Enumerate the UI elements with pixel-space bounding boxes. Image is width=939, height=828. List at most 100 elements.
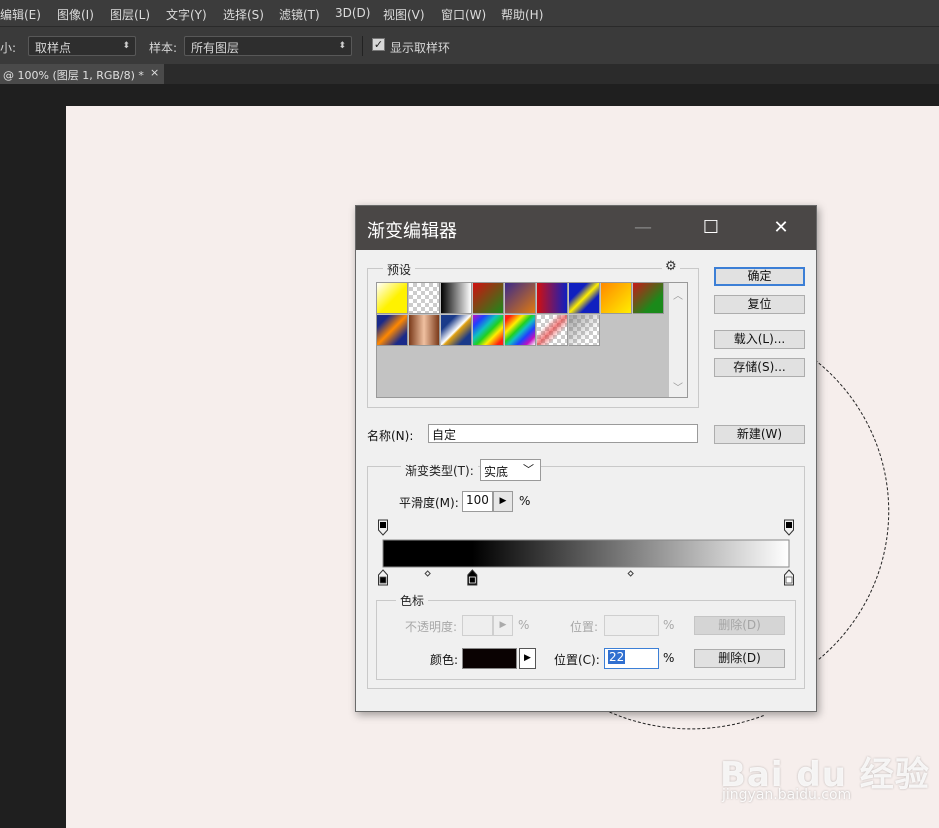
new-button[interactable]: 新建(W) — [714, 425, 805, 444]
opacity-unit: % — [518, 618, 530, 632]
menu-type[interactable]: 文字(Y) — [166, 6, 207, 23]
preset-swatch[interactable] — [409, 315, 440, 346]
gear-icon[interactable]: ⚙ — [662, 259, 680, 274]
color-stops — [378, 569, 794, 586]
gradient-type-select[interactable]: 实底 ﹀ — [480, 459, 541, 481]
opacity-input[interactable] — [462, 615, 493, 636]
color-location-value: 22 — [608, 650, 626, 664]
preset-swatch[interactable] — [473, 315, 504, 346]
scroll-up-icon[interactable]: ︿ — [673, 287, 683, 302]
checkmark-icon: ✓ — [373, 38, 384, 51]
document-tab-title: @ 100% (图层 1, RGB/8) * — [3, 69, 144, 82]
color-label: 颜色: — [430, 653, 459, 667]
options-bar: 大小: 取样点 ⬍ 样本: 所有图层 ⬍ ✓ 显示取样环 — [0, 26, 939, 65]
opacity-stop-icon[interactable] — [784, 519, 794, 536]
menu-view[interactable]: 视图(V) — [383, 6, 425, 23]
preset-swatch[interactable] — [441, 283, 472, 314]
preset-swatch[interactable] — [409, 283, 440, 314]
color-swatch[interactable] — [462, 648, 517, 669]
updown-arrow-icon: ⬍ — [338, 41, 346, 51]
gradient-bar-area — [378, 519, 794, 586]
color-stop-icon[interactable] — [784, 569, 794, 586]
menu-edit[interactable]: 编辑(E) — [0, 6, 41, 23]
preset-swatch[interactable] — [377, 283, 408, 314]
color-arrow-icon[interactable]: ▶ — [519, 648, 536, 669]
smoothness-arrow-icon[interactable]: ▶ — [493, 491, 513, 512]
chevron-down-icon: ﹀ — [523, 463, 534, 476]
color-location-label: 位置(C): — [554, 653, 600, 667]
preset-swatch[interactable] — [377, 315, 408, 346]
preset-swatch[interactable] — [569, 315, 600, 346]
ok-button[interactable]: 确定 — [714, 267, 805, 286]
stops-group-label: 色标 — [396, 592, 429, 609]
smoothness-label: 平滑度(M): — [399, 496, 459, 510]
opacity-stops — [378, 519, 794, 536]
watermark-url: jingyan.baidu.com — [722, 787, 852, 803]
menu-select[interactable]: 选择(S) — [223, 6, 264, 23]
presets-scrollbar[interactable]: ︿ ﹀ — [669, 283, 687, 397]
menu-help[interactable]: 帮助(H) — [501, 6, 543, 23]
close-tab-icon[interactable]: × — [150, 66, 159, 79]
midpoint-diamond-icon[interactable] — [627, 570, 634, 577]
show-ring-checkbox[interactable]: ✓ — [372, 38, 385, 51]
sample-select[interactable]: 所有图层 ⬍ — [184, 36, 352, 56]
dialog-title: 渐变编辑器 — [367, 221, 457, 242]
opacity-location-unit: % — [663, 618, 675, 632]
preset-swatch[interactable] — [537, 315, 568, 346]
gradient-type-value: 实底 — [484, 465, 509, 479]
menu-layer[interactable]: 图层(L) — [110, 6, 150, 23]
color-delete-button[interactable]: 删除(D) — [694, 649, 785, 668]
menu-3d[interactable]: 3D(D) — [335, 6, 370, 20]
gradient-type-label: 渐变类型(T): — [401, 462, 478, 479]
minimize-icon[interactable]: — — [630, 216, 656, 242]
opacity-location-label: 位置: — [570, 620, 599, 634]
preset-swatch[interactable] — [505, 283, 536, 314]
color-location-input[interactable]: 22 — [604, 648, 659, 669]
updown-arrow-icon: ⬍ — [122, 41, 130, 51]
gradient-preview-bar[interactable] — [382, 539, 790, 568]
preset-swatch[interactable] — [505, 315, 536, 346]
preset-swatch[interactable] — [633, 283, 664, 314]
menu-filter[interactable]: 滤镜(T) — [279, 6, 320, 23]
preset-swatch[interactable] — [601, 283, 632, 314]
color-stop-icon[interactable] — [378, 569, 388, 586]
presets-grid: ︿ ﹀ — [376, 282, 688, 398]
gradient-editor-dialog: 渐变编辑器 — ☐ ✕ 预设 ⚙ ︿ ﹀ 确定 复位 载入(L)... 存储(S… — [355, 205, 817, 712]
menu-bar: 编辑(E) 图像(I) 图层(L) 文字(Y) 选择(S) 滤镜(T) 3D(D… — [0, 0, 939, 26]
color-location-unit: % — [663, 651, 675, 665]
opacity-stop-icon[interactable] — [378, 519, 388, 536]
menu-image[interactable]: 图像(I) — [57, 6, 94, 23]
close-icon[interactable]: ✕ — [768, 216, 794, 242]
menu-window[interactable]: 窗口(W) — [441, 6, 486, 23]
opacity-delete-button[interactable]: 删除(D) — [694, 616, 785, 635]
preset-swatch[interactable] — [569, 283, 600, 314]
document-tab[interactable]: @ 100% (图层 1, RGB/8) * × — [0, 64, 164, 84]
opacity-label: 不透明度: — [405, 620, 458, 634]
sample-size-value: 取样点 — [35, 41, 72, 55]
smoothness-input[interactable]: 100 — [462, 491, 493, 512]
sample-size-label: 大小: — [0, 41, 17, 55]
save-button[interactable]: 存储(S)... — [714, 358, 805, 377]
smoothness-unit: % — [519, 494, 531, 508]
preset-swatch[interactable] — [473, 283, 504, 314]
midpoints — [424, 570, 634, 577]
opacity-arrow-icon[interactable]: ▶ — [493, 615, 513, 636]
preset-swatch[interactable] — [537, 283, 568, 314]
sample-label: 样本: — [149, 41, 178, 55]
midpoint-diamond-icon[interactable] — [424, 570, 431, 577]
preset-swatch[interactable] — [441, 315, 472, 346]
reset-button[interactable]: 复位 — [714, 295, 805, 314]
opacity-location-input[interactable] — [604, 615, 659, 636]
color-stop-icon[interactable] — [467, 569, 478, 586]
dialog-titlebar[interactable]: 渐变编辑器 — ☐ ✕ — [356, 206, 816, 250]
sample-value: 所有图层 — [191, 41, 240, 55]
maximize-icon[interactable]: ☐ — [698, 216, 724, 242]
load-button[interactable]: 载入(L)... — [714, 330, 805, 349]
show-ring-label: 显示取样环 — [390, 41, 451, 55]
sample-size-select[interactable]: 取样点 ⬍ — [28, 36, 136, 56]
stops-group — [376, 600, 796, 680]
options-divider — [362, 36, 363, 56]
swatch-container — [377, 283, 667, 397]
scroll-down-icon[interactable]: ﹀ — [673, 379, 683, 394]
name-input[interactable]: 自定 — [428, 424, 698, 443]
